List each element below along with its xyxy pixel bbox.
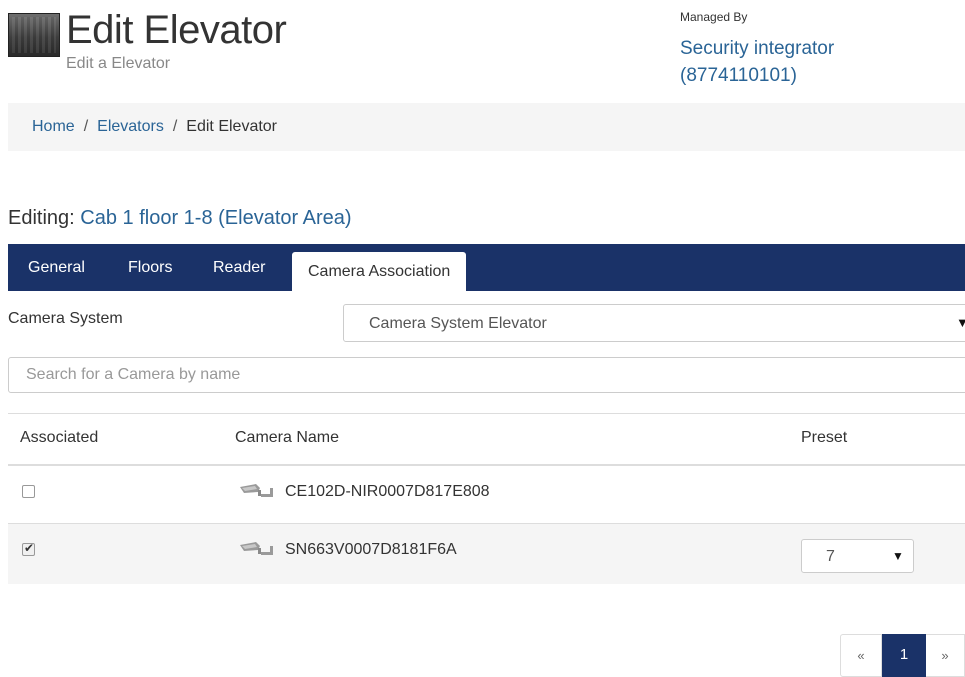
managed-by-label: Managed By bbox=[680, 10, 748, 24]
camera-icon bbox=[240, 484, 273, 497]
editing-heading: Editing: Cab 1 floor 1-8 (Elevator Area) bbox=[8, 207, 352, 230]
pagination-prev-button[interactable]: « bbox=[840, 634, 882, 677]
camera-search-input[interactable] bbox=[8, 357, 965, 393]
camera-system-select[interactable]: Camera System Elevator ▼ bbox=[343, 304, 965, 342]
camera-name: CE102D-NIR0007D817E808 bbox=[285, 483, 490, 500]
camera-system-label: Camera System bbox=[8, 310, 123, 327]
camera-system-selected: Camera System Elevator bbox=[369, 315, 547, 332]
managed-by-info[interactable]: Security integrator (8774110101) bbox=[680, 35, 940, 89]
table-row: SN663V0007D8181F6A 7 ▼ bbox=[8, 524, 965, 584]
breadcrumb-current: Edit Elevator bbox=[186, 118, 278, 135]
elevator-icon bbox=[8, 13, 60, 57]
managed-by-name[interactable]: Security integrator bbox=[680, 35, 940, 62]
breadcrumb-separator: / bbox=[172, 118, 178, 135]
pagination-next-button[interactable]: » bbox=[926, 634, 965, 677]
associated-checkbox[interactable] bbox=[22, 485, 35, 498]
managed-by-phone[interactable]: (8774110101) bbox=[680, 62, 940, 89]
table-row: CE102D-NIR0007D817E808 bbox=[8, 466, 965, 524]
tab-camera-association[interactable]: Camera Association bbox=[292, 252, 467, 291]
camera-icon bbox=[240, 542, 273, 555]
breadcrumb-elevators[interactable]: Elevators bbox=[97, 118, 164, 135]
editing-item-name: Cab 1 floor 1-8 (Elevator Area) bbox=[80, 207, 352, 229]
editing-prefix: Editing: bbox=[8, 207, 75, 229]
column-header-preset: Preset bbox=[801, 429, 848, 446]
table-divider bbox=[8, 413, 965, 414]
tab-general[interactable]: General bbox=[28, 244, 85, 291]
associated-checkbox-checked[interactable] bbox=[22, 541, 35, 556]
tab-floors[interactable]: Floors bbox=[128, 244, 172, 291]
chevron-down-icon: ▼ bbox=[956, 315, 965, 330]
preset-value: 7 bbox=[826, 548, 835, 565]
pagination-page-1[interactable]: 1 bbox=[882, 634, 926, 677]
page-title: Edit Elevator bbox=[66, 8, 287, 52]
preset-select[interactable]: 7 ▼ bbox=[801, 539, 914, 573]
breadcrumb: Home / Elevators / Edit Elevator bbox=[8, 103, 965, 151]
breadcrumb-home[interactable]: Home bbox=[32, 118, 75, 135]
tab-bar: General Floors Reader Camera Association bbox=[8, 244, 965, 291]
tab-reader[interactable]: Reader bbox=[213, 244, 265, 291]
camera-name: SN663V0007D8181F6A bbox=[285, 541, 457, 558]
column-header-camera-name: Camera Name bbox=[235, 429, 340, 446]
page-subtitle: Edit a Elevator bbox=[66, 55, 171, 72]
column-header-associated: Associated bbox=[20, 429, 99, 446]
breadcrumb-separator: / bbox=[83, 118, 89, 135]
chevron-down-icon: ▼ bbox=[892, 549, 904, 563]
